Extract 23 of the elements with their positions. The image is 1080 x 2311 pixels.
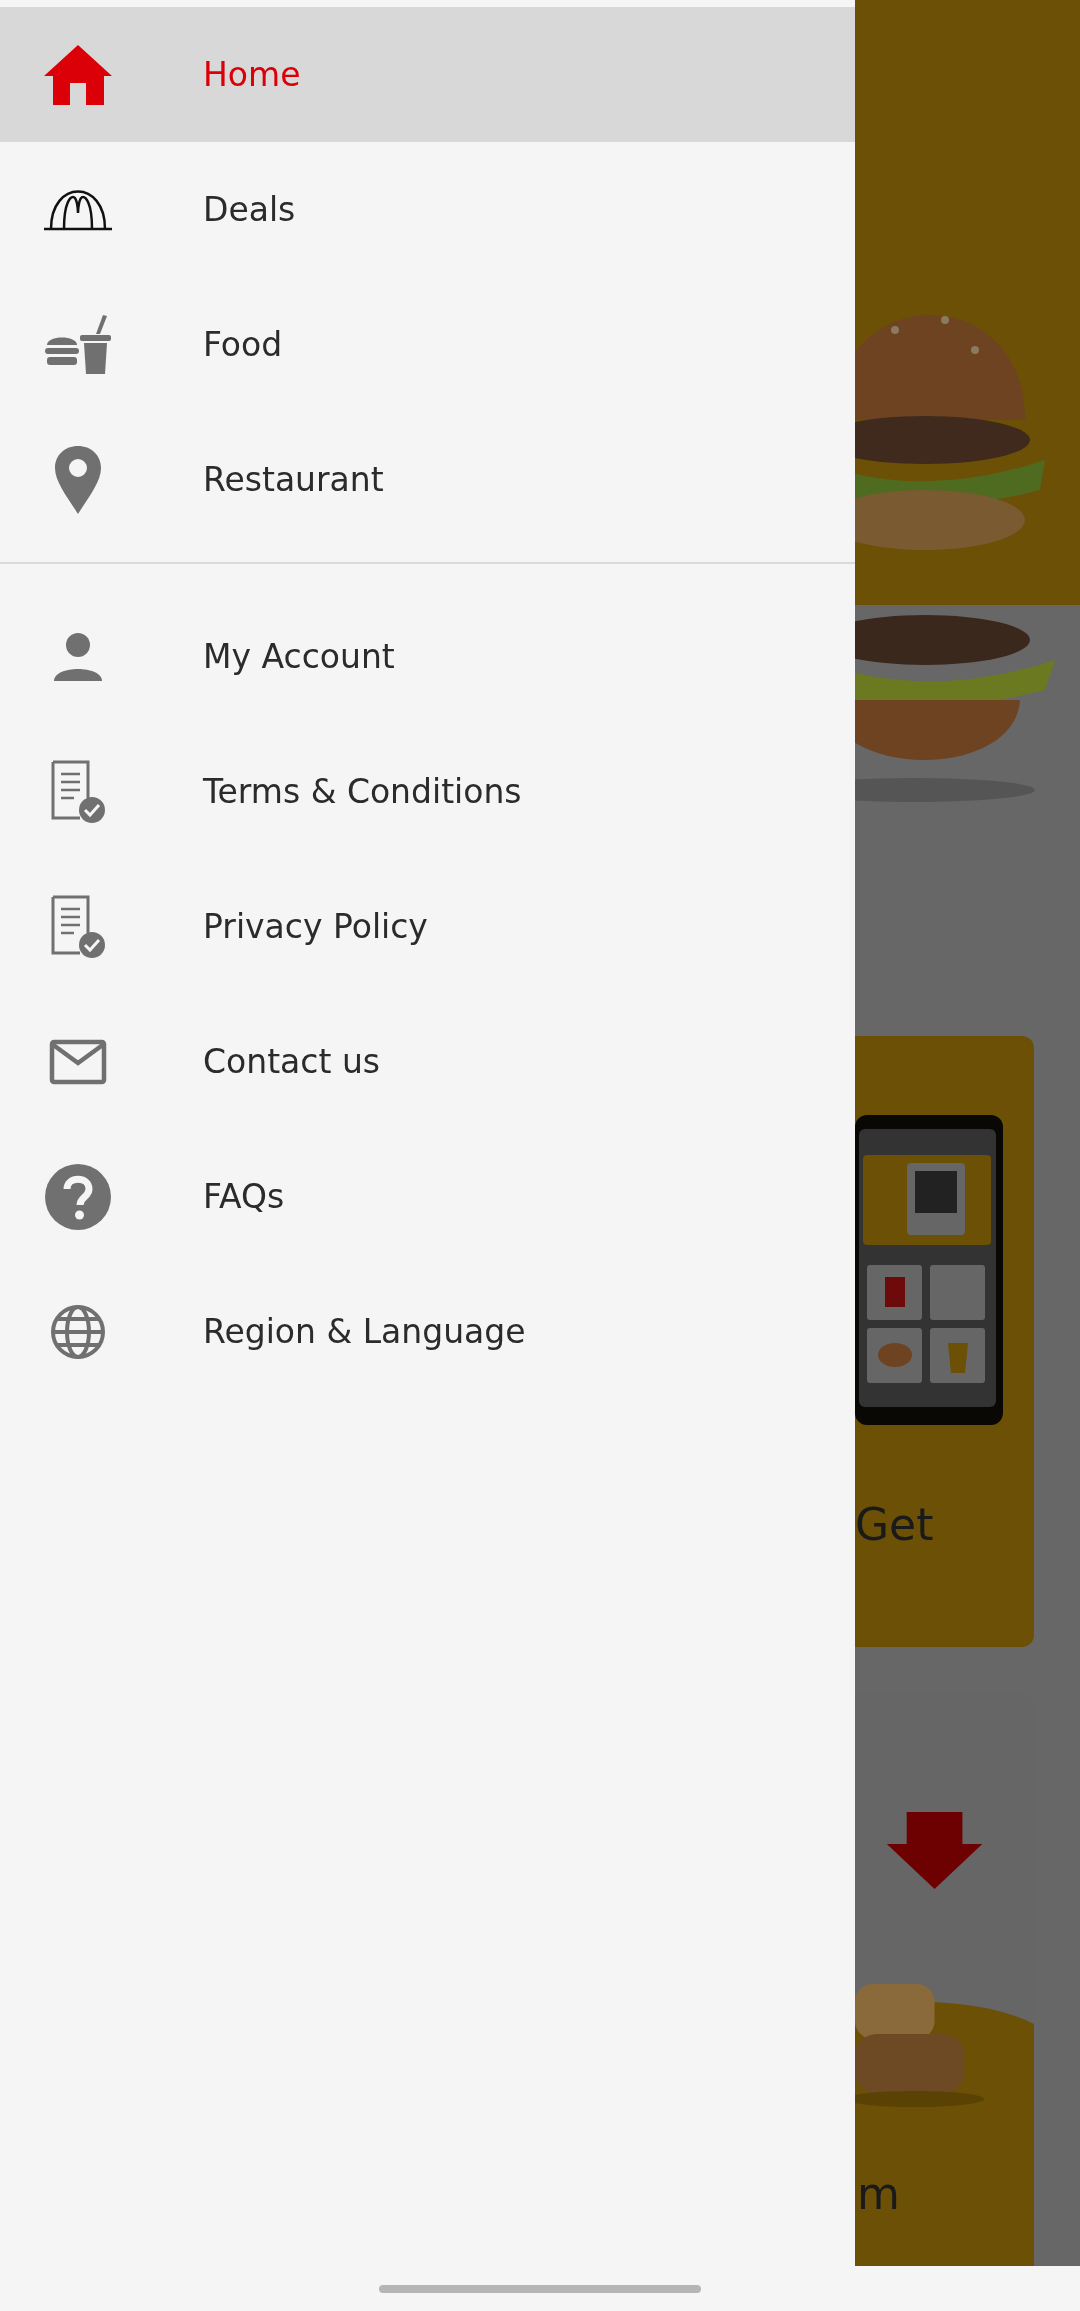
- arches-icon: [44, 188, 112, 231]
- globe-icon: [50, 1303, 106, 1360]
- menu-item[interactable]: Terms & Conditions: [0, 724, 855, 859]
- help-icon: [45, 1163, 111, 1230]
- menu-item[interactable]: Privacy Policy: [0, 859, 855, 994]
- menu-item[interactable]: Contact us: [0, 994, 855, 1129]
- menu-item[interactable]: Food: [0, 277, 855, 412]
- menu-item[interactable]: Home: [0, 7, 855, 142]
- person-icon: [54, 632, 102, 681]
- home-icon: [44, 44, 112, 105]
- menu-item[interactable]: Region & Language: [0, 1264, 855, 1399]
- document-check-icon: [50, 894, 106, 959]
- mail-icon: [49, 1038, 107, 1085]
- gesture-bar[interactable]: [379, 2284, 701, 2293]
- menu-item[interactable]: My Account: [0, 589, 855, 724]
- food-icon: [45, 314, 111, 375]
- location-pin-icon: [54, 445, 102, 514]
- menu-item[interactable]: Deals: [0, 142, 855, 277]
- menu-item[interactable]: Restaurant: [0, 412, 855, 547]
- card-caption: Get: [855, 1503, 935, 1547]
- document-check-icon: [50, 759, 106, 824]
- menu-item[interactable]: FAQs: [0, 1129, 855, 1264]
- card-caption: m: [857, 2172, 900, 2216]
